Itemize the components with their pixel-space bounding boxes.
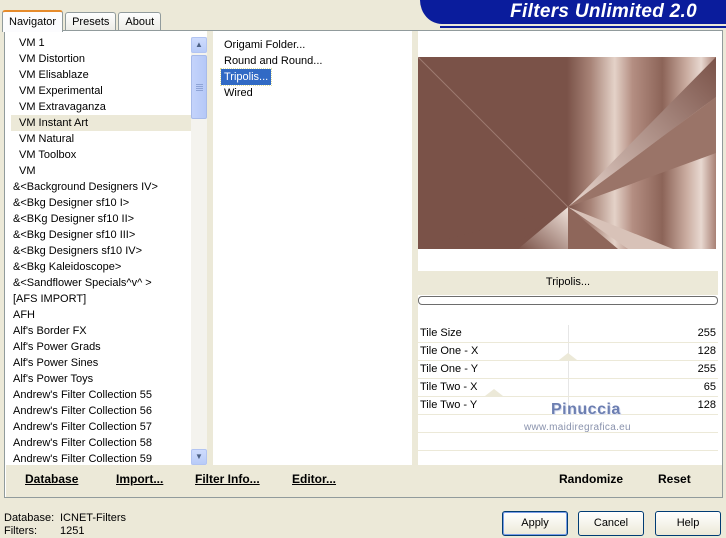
slider-marker [559, 353, 577, 360]
list-divider [207, 31, 213, 465]
category-item[interactable]: Andrew's Filter Collection 55 [11, 387, 191, 403]
category-item[interactable]: Alf's Power Sines [11, 355, 191, 371]
grip-line [196, 84, 203, 85]
param-slider[interactable]: Tile Size 255 [418, 325, 718, 343]
category-item[interactable]: Andrew's Filter Collection 56 [11, 403, 191, 419]
category-item[interactable]: Alf's Power Grads [11, 339, 191, 355]
parameter-list: Tile Size 255 Tile One - X 128 Tile One - Y 2… [418, 325, 718, 469]
param-value: 128 [697, 399, 716, 411]
database-value: ICNET-Filters [60, 512, 126, 524]
grip-line [196, 88, 203, 89]
category-item[interactable]: VM Distortion [11, 51, 191, 67]
watermark-url: www.maidiregrafica.eu [524, 422, 631, 433]
category-item[interactable]: &<Bkg Designer sf10 I> [11, 195, 191, 211]
scroll-up-icon[interactable]: ▲ [191, 37, 207, 53]
help-button[interactable]: Help [655, 511, 721, 536]
slider-marker [485, 389, 503, 396]
current-filter-name: Tripolis... [418, 271, 718, 295]
param-label: Tile One - Y [420, 363, 479, 375]
category-item[interactable]: AFH [11, 307, 191, 323]
tab-navigator[interactable]: Navigator [2, 10, 64, 32]
empty-param-row [418, 433, 718, 451]
filter-item[interactable]: Round and Round... [221, 53, 325, 69]
slider-center-tick [568, 361, 569, 378]
slider-center-tick [568, 379, 569, 396]
category-item[interactable]: Andrew's Filter Collection 58 [11, 435, 191, 451]
category-item[interactable]: VM 1 [11, 35, 191, 51]
database-button[interactable]: Database [25, 472, 78, 486]
param-value: 255 [697, 363, 716, 375]
category-item[interactable]: VM Instant Art [11, 115, 191, 131]
watermark-name: Pinuccia [551, 401, 621, 418]
filter-item[interactable]: Origami Folder... [221, 37, 308, 53]
filters-count: 1251 [60, 525, 85, 537]
preview-image [418, 57, 716, 249]
filters-label: Filters: [4, 525, 37, 537]
filter-info-button[interactable]: Filter Info... [195, 472, 260, 486]
category-item[interactable]: VM Extravaganza [11, 99, 191, 115]
param-slider[interactable]: Tile One - Y 255 [418, 361, 718, 379]
category-item[interactable]: VM Natural [11, 131, 191, 147]
param-label: Tile One - X [420, 345, 479, 357]
category-item[interactable]: &<Sandflower Specials^v^ > [11, 275, 191, 291]
status-area: Database: ICNET-Filters Filters: 1251 [4, 512, 126, 538]
category-item[interactable]: [AFS IMPORT] [11, 291, 191, 307]
banner-underline [440, 26, 726, 28]
editor-button[interactable]: Editor... [292, 472, 336, 486]
grip-line [196, 90, 203, 91]
category-item[interactable]: &<BKg Designer sf10 II> [11, 211, 191, 227]
category-item[interactable]: Alf's Power Toys [11, 371, 191, 387]
category-item[interactable]: &<Bkg Designers sf10 IV> [11, 243, 191, 259]
param-slider[interactable]: Tile Two - X 65 [418, 379, 718, 397]
category-item[interactable]: Andrew's Filter Collection 59 [11, 451, 191, 465]
import-button[interactable]: Import... [116, 472, 163, 486]
filter-item[interactable]: Tripolis... [219, 68, 273, 86]
scroll-down-icon[interactable]: ▼ [191, 449, 207, 465]
filter-list[interactable]: Origami Folder... Round and Round... Tripo… [219, 37, 401, 101]
database-label: Database: [4, 512, 55, 524]
category-list[interactable]: VM 1 VM Distortion VM Elisablaze VM Experim… [11, 35, 191, 465]
param-label: Tile Two - X [420, 381, 478, 393]
category-item[interactable]: VM Toolbox [11, 147, 191, 163]
param-value: 255 [697, 327, 716, 339]
tab-strip: Navigator Presets About [2, 9, 163, 32]
scroll-thumb[interactable] [191, 55, 207, 119]
filter-item[interactable]: Wired [221, 85, 256, 101]
grip-line [196, 86, 203, 87]
param-value: 128 [697, 345, 716, 357]
category-item[interactable]: Alf's Border FX [11, 323, 191, 339]
category-item[interactable]: VM [11, 163, 191, 179]
category-item[interactable]: VM Experimental [11, 83, 191, 99]
tab-presets[interactable]: Presets [65, 12, 117, 31]
category-item[interactable]: VM Elisablaze [11, 67, 191, 83]
reset-button[interactable]: Reset [658, 472, 691, 486]
param-value: 65 [703, 381, 716, 393]
tab-about[interactable]: About [118, 12, 162, 31]
category-scrollbar[interactable]: ▲ ▼ [191, 37, 207, 465]
category-item[interactable]: &<Bkg Designer sf10 III> [11, 227, 191, 243]
param-label: Tile Size [420, 327, 462, 339]
param-label: Tile Two - Y [420, 399, 478, 411]
category-item[interactable]: &<Bkg Kaleidoscope> [11, 259, 191, 275]
slider-center-tick [568, 325, 569, 342]
category-item[interactable]: Andrew's Filter Collection 57 [11, 419, 191, 435]
cancel-button[interactable]: Cancel [578, 511, 644, 536]
category-item[interactable]: &<Background Designers IV> [11, 179, 191, 195]
apply-button[interactable]: Apply [502, 511, 568, 536]
progress-bar [418, 296, 718, 305]
bottom-toolbar: Database Import... Filter Info... Editor… [6, 465, 722, 497]
app-title-banner: Filters Unlimited 2.0 [420, 0, 726, 24]
randomize-button[interactable]: Randomize [559, 472, 623, 486]
